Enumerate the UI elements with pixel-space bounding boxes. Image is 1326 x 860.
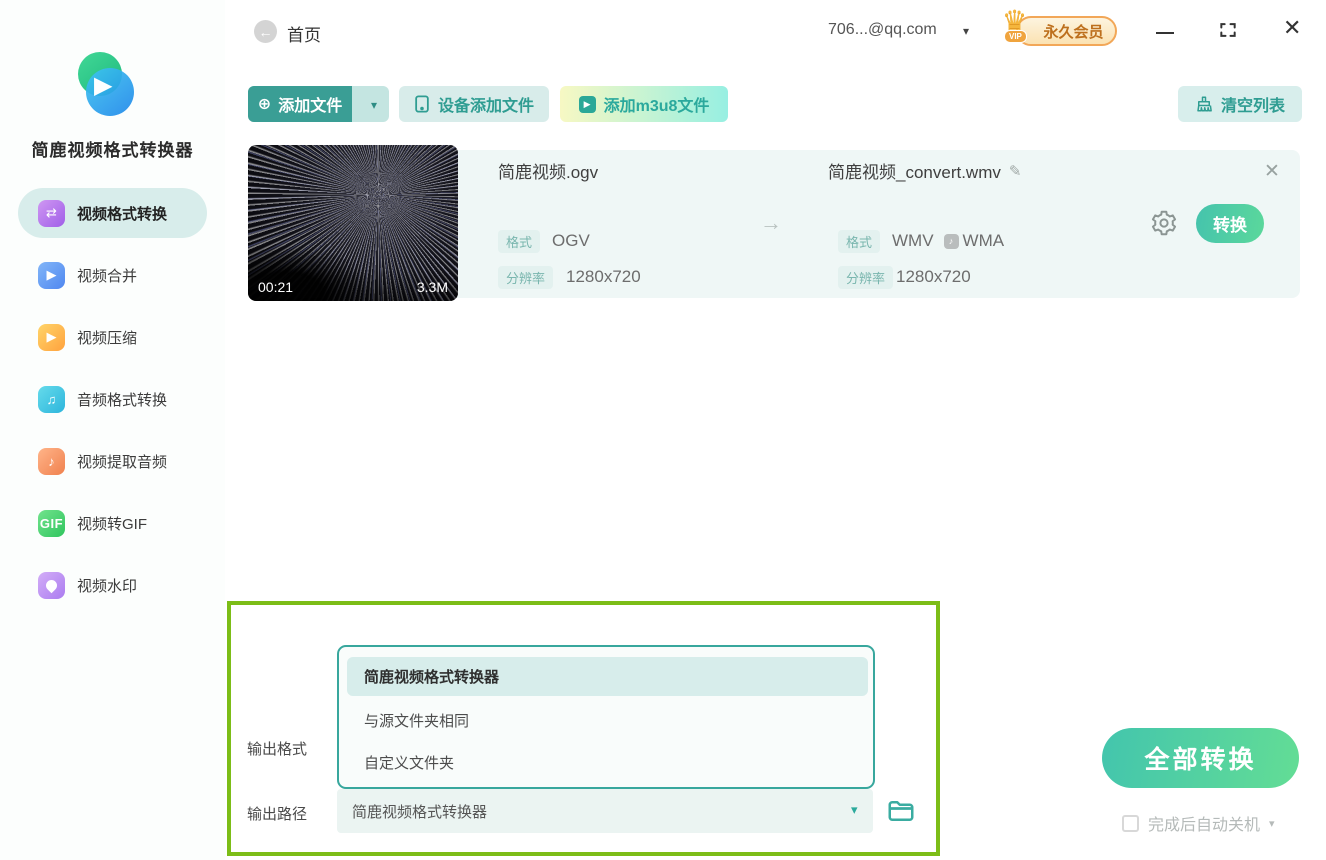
output-path-input[interactable]: 简鹿视频格式转换器 [337,789,873,833]
close-icon: ✕ [1264,161,1280,182]
plus-icon: ⊕ [257,96,272,113]
m3u8-file-icon: ▶ [578,95,596,113]
video-duration: 00:21 [258,279,294,295]
sidebar-item-label: 音频格式转换 [77,391,168,409]
dropdown-option-selected[interactable]: 简鹿视频格式转换器 [347,657,868,696]
sidebar-item-video-to-gif[interactable]: GIF 视频转GIF [18,498,207,548]
add-file-button-group: ⊕ 添加文件 ▾ [248,86,389,122]
vip-label: 永久会员 [1043,23,1104,41]
convert-button[interactable]: 转换 [1196,204,1264,243]
sidebar-menu: ⇄ 视频格式转换 ▶ 视频合并 ▶ 视频压缩 ♫ 音频格式转换 ♪ 视频提取音频… [18,188,207,610]
dropdown-option[interactable]: 自定义文件夹 [364,752,454,773]
maximize-icon [1220,23,1236,37]
arrow-right-icon: → [760,210,782,235]
folder-icon [888,801,914,821]
sidebar-item-video-compress[interactable]: ▶ 视频压缩 [18,312,207,362]
remove-file-button[interactable]: ✕ [1264,160,1280,183]
clear-list-button[interactable]: 清空列表 [1178,86,1302,122]
edit-filename-icon[interactable]: ✎ [1009,162,1022,180]
output-resolution-value: 1280x720 [896,267,971,286]
output-format-badge: 格式 [838,230,881,253]
app-window: ▶ 简鹿视频格式转换器 ⇄ 视频格式转换 ▶ 视频合并 ▶ 视频压缩 ♫ 音频格… [0,0,1326,860]
sidebar-item-video-convert[interactable]: ⇄ 视频格式转换 [18,188,207,238]
sidebar-item-extract-audio[interactable]: ♪ 视频提取音频 [18,436,207,486]
output-format-value: WMV ♪ WMA [892,231,1005,250]
convert-all-button[interactable]: 全部转换 [1102,728,1299,788]
video-size: 3.3M [416,279,448,295]
minimize-button[interactable] [1154,18,1176,40]
device-add-file-button[interactable]: 设备添加文件 [399,86,549,122]
output-path-label: 输出路径 [247,806,308,823]
sidebar-item-label: 视频水印 [77,577,138,595]
back-icon: ← [258,23,273,40]
vip-tag: VIP [1004,30,1027,43]
sidebar-item-label: 视频压缩 [77,329,138,347]
source-format-value: OGV [552,231,590,250]
account-email[interactable]: 706...@qq.com [828,21,937,39]
output-path-dropdown: 简鹿视频格式转换器 与源文件夹相同 自定义文件夹 [337,645,875,789]
thumbnail-overlay: 00:21 3.3M [248,269,458,301]
sidebar-item-label: 视频格式转换 [77,205,168,223]
source-resolution-value: 1280x720 [566,267,641,286]
source-resolution-badge: 分辨率 [498,266,554,289]
sidebar-item-audio-convert[interactable]: ♫ 音频格式转换 [18,374,207,424]
maximize-button[interactable] [1218,20,1238,40]
video-convert-icon: ⇄ [38,199,65,227]
video-to-gif-icon: GIF [38,509,65,537]
sidebar: ▶ 简鹿视频格式转换器 ⇄ 视频格式转换 ▶ 视频合并 ▶ 视频压缩 ♫ 音频格… [0,0,225,860]
dropdown-option[interactable]: 与源文件夹相同 [364,710,469,731]
output-resolution-badge: 分辨率 [838,266,894,289]
app-logo-icon: ▶ [74,52,134,118]
source-format-badge: 格式 [498,230,541,253]
add-file-button[interactable]: ⊕ 添加文件 [248,86,352,122]
close-icon: ✕ [1283,15,1302,40]
broom-icon [1197,96,1212,112]
account-caret-icon[interactable]: ▾ [963,24,969,38]
phone-icon [415,95,429,113]
output-filename: 简鹿视频_convert.wmv ✎ [828,162,1022,183]
video-thumbnail[interactable]: 00:21 3.3M [248,145,458,301]
extract-audio-icon: ♪ [38,447,65,475]
add-file-dropdown-button[interactable]: ▾ [371,98,377,112]
back-button[interactable]: ← [254,20,277,43]
app-title: 简鹿视频格式转换器 [31,141,194,160]
shutdown-checkbox[interactable] [1122,814,1139,832]
gear-icon [1151,210,1177,236]
sidebar-item-label: 视频转GIF [77,515,147,533]
audio-format-icon: ♪ [943,233,959,249]
close-button[interactable]: ✕ [1283,17,1301,39]
output-format-label: 输出格式 [247,741,308,758]
video-merge-icon: ▶ [38,261,65,289]
add-m3u8-button[interactable]: ▶ 添加m3u8文件 [560,86,728,122]
video-compress-icon: ▶ [38,323,65,351]
auto-shutdown-toggle[interactable]: 完成后自动关机 ▾ [1122,811,1275,835]
source-filename: 简鹿视频.ogv [498,163,599,182]
sidebar-item-video-merge[interactable]: ▶ 视频合并 [18,250,207,300]
page-title: 首页 [287,26,321,45]
file-settings-button[interactable] [1150,209,1178,237]
sidebar-item-label: 视频合并 [77,267,138,285]
path-dropdown-caret-icon[interactable]: ▾ [851,802,858,818]
audio-convert-icon: ♫ [38,385,65,413]
shutdown-caret-icon[interactable]: ▾ [1269,817,1275,830]
watermark-icon [38,571,65,599]
sidebar-item-watermark[interactable]: 视频水印 [18,560,207,610]
logo-play-icon: ▶ [94,72,113,99]
sidebar-item-label: 视频提取音频 [77,453,168,471]
browse-folder-button[interactable] [886,796,916,826]
vip-crown-icon: ♛ VIP [1002,5,1028,43]
shutdown-label: 完成后自动关机 [1148,817,1261,834]
